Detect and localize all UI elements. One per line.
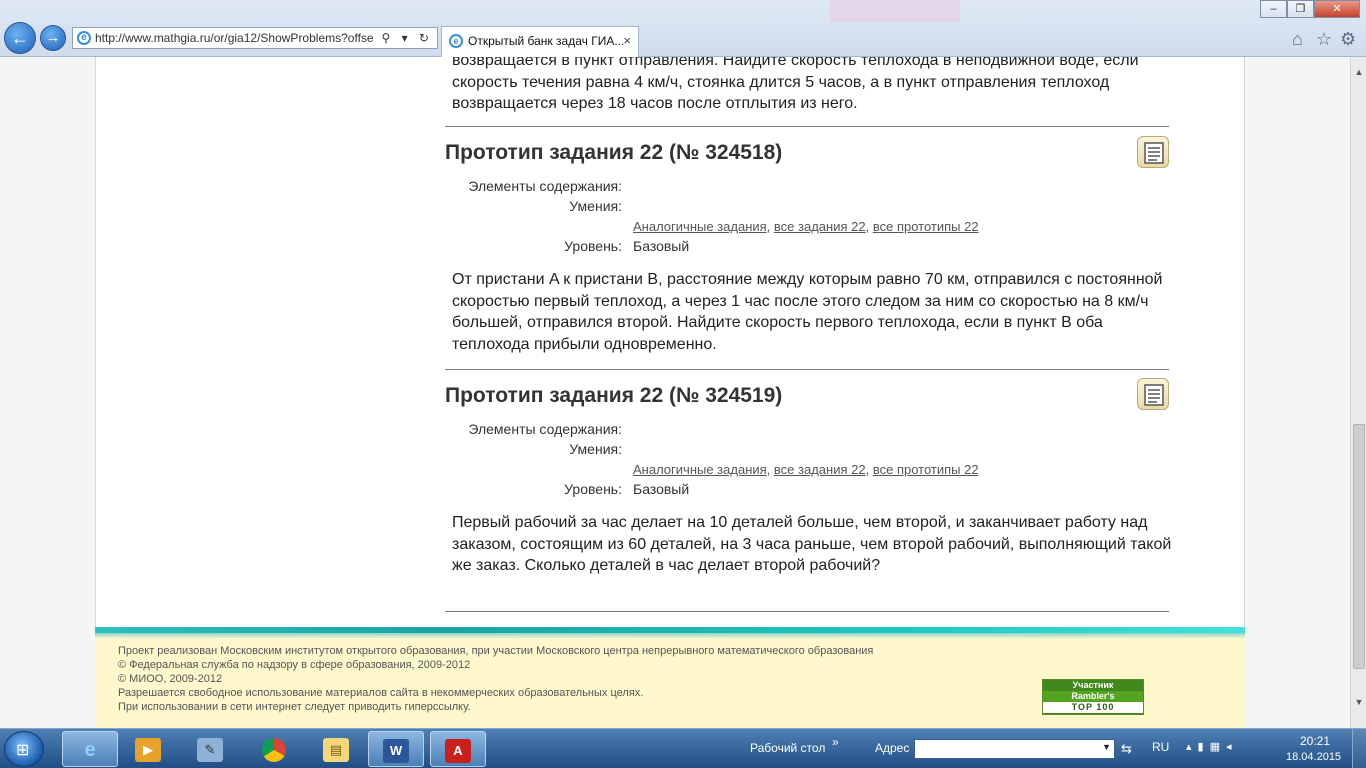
footer-line: © Федеральная служба по надзору в сфере …: [118, 659, 471, 671]
taskbar-explorer-icon[interactable]: ▤: [308, 731, 364, 767]
rambler-line: Rambler's: [1043, 691, 1143, 702]
separator: [445, 126, 1169, 127]
link-all-prototypes[interactable]: все прототипы 22: [873, 219, 979, 234]
taskbar: ⊞ e ▶ ✎ ▤ W A Рабочий стол » Адрес ▼ ⇆ R…: [0, 728, 1366, 768]
problem-text: Первый рабочий за час делает на 10 детал…: [452, 514, 1172, 574]
forward-button[interactable]: →: [40, 25, 66, 51]
clock-time[interactable]: 20:21: [1300, 734, 1330, 748]
close-window-button[interactable]: ✕: [1314, 0, 1360, 18]
gear-icon[interactable]: ⚙: [1340, 29, 1356, 50]
label-skills: Умения:: [569, 441, 622, 457]
related-links: Аналогичные задания, все задания 22, все…: [633, 219, 979, 234]
link-all-tasks[interactable]: все задания 22: [774, 219, 866, 234]
windows-logo-icon: ⊞: [16, 742, 30, 759]
address-toolbar-label: Адрес: [875, 741, 910, 755]
level-value: Базовый: [633, 481, 690, 497]
label-level: Уровень:: [564, 238, 622, 254]
start-button[interactable]: ⊞: [4, 731, 44, 767]
address-text: http://www.mathgia.ru/or/gia12/ShowProbl…: [95, 31, 374, 45]
scroll-up-icon[interactable]: ▲: [1351, 67, 1366, 83]
taskbar-address-input[interactable]: ▼: [914, 739, 1115, 759]
home-icon[interactable]: ⌂: [1292, 29, 1303, 50]
minimize-button[interactable]: –: [1260, 0, 1287, 18]
maximize-button[interactable]: ❐: [1287, 0, 1314, 18]
prototype-title: Прототип задания 22 (№ 324518): [445, 141, 783, 164]
scroll-thumb[interactable]: [1353, 424, 1365, 669]
page-viewport: возвращается в пункт отправления. Найдит…: [0, 57, 1350, 728]
level-value: Базовый: [633, 238, 690, 254]
taskbar-word-icon[interactable]: W: [368, 731, 424, 767]
taskbar-ie-icon[interactable]: e: [62, 731, 118, 767]
scroll-down-icon[interactable]: ▼: [1351, 697, 1366, 713]
footer-line: Проект реализован Московским институтом …: [118, 645, 874, 657]
chevron-down-icon[interactable]: ▼: [1102, 742, 1111, 752]
go-arrow-icon[interactable]: ⇆: [1121, 741, 1132, 757]
document-icon: [1144, 142, 1164, 164]
favorites-star-icon[interactable]: ☆: [1316, 29, 1332, 50]
label-level: Уровень:: [564, 481, 622, 497]
separator: [445, 611, 1169, 612]
tab-highlight: [830, 0, 960, 22]
label-skills: Умения:: [569, 198, 622, 214]
ie-page-icon: e: [77, 31, 91, 45]
taskbar-pdf-icon[interactable]: A: [430, 731, 486, 767]
document-button[interactable]: [1137, 136, 1169, 168]
tab-active[interactable]: e Открытый банк задач ГИА... ×: [441, 26, 639, 57]
rambler-top100-badge[interactable]: Участник Rambler's TOP 100: [1042, 679, 1144, 715]
link-all-prototypes[interactable]: все прототипы 22: [873, 462, 979, 477]
tab-close-icon[interactable]: ×: [623, 27, 631, 55]
desktop-toolbar-chevron-icon[interactable]: »: [832, 735, 839, 749]
link-all-tasks[interactable]: все задания 22: [774, 462, 866, 477]
back-arrow-icon: ←: [11, 28, 29, 48]
language-indicator[interactable]: RU: [1152, 740, 1169, 754]
document-icon: [1144, 384, 1164, 406]
tab-title: Открытый банк задач ГИА...: [468, 34, 625, 48]
rambler-line: TOP 100: [1043, 702, 1143, 713]
label-elements: Элементы содержания:: [468, 178, 622, 194]
separator: [445, 369, 1169, 370]
taskbar-media-player-icon[interactable]: ▶: [120, 731, 176, 767]
taskbar-paint-icon[interactable]: ✎: [182, 731, 238, 767]
tray-icons[interactable]: ▴▮▦◂: [1186, 740, 1238, 753]
desktop-toolbar-label[interactable]: Рабочий стол: [750, 741, 825, 755]
clock-date[interactable]: 18.04.2015: [1286, 751, 1341, 763]
related-links: Аналогичные задания, все задания 22, все…: [633, 462, 979, 477]
vertical-scrollbar[interactable]: ▲ ▼: [1350, 57, 1366, 728]
footer-line: © МИОО, 2009-2012: [118, 673, 223, 685]
footer: Проект реализован Московским институтом …: [95, 639, 1245, 728]
address-bar[interactable]: e http://www.mathgia.ru/or/gia12/ShowPro…: [72, 27, 438, 49]
footer-line: Разрешается свободное использование мате…: [118, 687, 644, 699]
content-area: возвращается в пункт отправления. Найдит…: [95, 57, 1245, 628]
link-similar-tasks[interactable]: Аналогичные задания: [633, 219, 767, 234]
show-desktop-button[interactable]: [1352, 729, 1366, 768]
problem-text-top: возвращается в пункт отправления. Найдит…: [452, 57, 1139, 112]
back-button[interactable]: ←: [4, 22, 36, 54]
link-similar-tasks[interactable]: Аналогичные задания: [633, 462, 767, 477]
prototype-title: Прототип задания 22 (№ 324519): [445, 384, 783, 407]
ie-tab-icon: e: [449, 34, 463, 48]
address-actions[interactable]: ⚲ ▾ ↻: [381, 28, 433, 48]
browser-chrome: ← → e http://www.mathgia.ru/or/gia12/Sho…: [0, 0, 1366, 57]
label-elements: Элементы содержания:: [468, 421, 622, 437]
rambler-line: Участник: [1043, 680, 1143, 691]
footer-line: При использовании в сети интернет следуе…: [118, 701, 471, 713]
document-button[interactable]: [1137, 378, 1169, 410]
forward-arrow-icon: →: [45, 29, 61, 46]
problem-text: От пристани A к пристани B, расстояние м…: [452, 271, 1163, 353]
taskbar-chrome-icon[interactable]: [246, 731, 302, 767]
